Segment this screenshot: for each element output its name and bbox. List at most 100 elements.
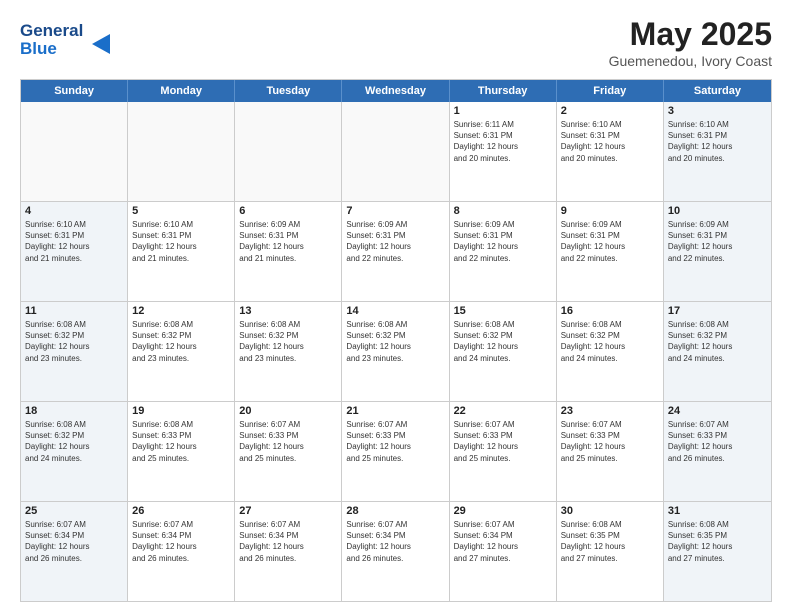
day-info: Sunrise: 6:10 AM Sunset: 6:31 PM Dayligh… [561, 119, 659, 164]
day-number: 26 [132, 505, 230, 517]
day-cell-24: 24Sunrise: 6:07 AM Sunset: 6:33 PM Dayli… [664, 402, 771, 501]
day-info: Sunrise: 6:07 AM Sunset: 6:33 PM Dayligh… [346, 419, 444, 464]
weekday-header-tuesday: Tuesday [235, 80, 342, 102]
day-info: Sunrise: 6:08 AM Sunset: 6:32 PM Dayligh… [454, 319, 552, 364]
day-number: 17 [668, 305, 767, 317]
day-cell-10: 10Sunrise: 6:09 AM Sunset: 6:31 PM Dayli… [664, 202, 771, 301]
weekday-header-saturday: Saturday [664, 80, 771, 102]
svg-text:General: General [20, 21, 83, 40]
day-number: 23 [561, 405, 659, 417]
calendar-row-4: 18Sunrise: 6:08 AM Sunset: 6:32 PM Dayli… [21, 402, 771, 502]
day-cell-22: 22 Sunrise: 6:07 AM Sunset: 6:33 PM Dayli… [450, 402, 557, 501]
day-info: Sunrise: 6:08 AM Sunset: 6:35 PM Dayligh… [668, 519, 767, 564]
weekday-header-monday: Monday [128, 80, 235, 102]
day-number: 10 [668, 205, 767, 217]
day-cell-28: 28Sunrise: 6:07 AM Sunset: 6:34 PM Dayli… [342, 502, 449, 601]
day-info: Sunrise: 6:08 AM Sunset: 6:32 PM Dayligh… [668, 319, 767, 364]
day-number: 13 [239, 305, 337, 317]
day-info: Sunrise: 6:09 AM Sunset: 6:31 PM Dayligh… [561, 219, 659, 264]
day-cell-26: 26 Sunrise: 6:07 AM Sunset: 6:34 PM Dayli… [128, 502, 235, 601]
logo: General Blue [20, 16, 130, 65]
day-info: Sunrise: 6:07 AM Sunset: 6:33 PM Dayligh… [668, 419, 767, 464]
calendar-body: 1 Sunrise: 6:11 AM Sunset: 6:31 PM Daylig… [21, 102, 771, 601]
day-cell-14: 14 Sunrise: 6:08 AM Sunset: 6:32 PM Dayli… [342, 302, 449, 401]
day-number: 14 [346, 305, 444, 317]
day-info: Sunrise: 6:08 AM Sunset: 6:32 PM Dayligh… [132, 319, 230, 364]
day-number: 31 [668, 505, 767, 517]
day-cell-12: 12 Sunrise: 6:08 AM Sunset: 6:32 PM Dayli… [128, 302, 235, 401]
day-info: Sunrise: 6:08 AM Sunset: 6:32 PM Dayligh… [346, 319, 444, 364]
day-info: Sunrise: 6:11 AM Sunset: 6:31 PM Dayligh… [454, 119, 552, 164]
day-number: 21 [346, 405, 444, 417]
day-number: 29 [454, 505, 552, 517]
day-number: 19 [132, 405, 230, 417]
day-cell-1: 1 Sunrise: 6:11 AM Sunset: 6:31 PM Daylig… [450, 102, 557, 201]
weekday-header-wednesday: Wednesday [342, 80, 449, 102]
day-info: Sunrise: 6:08 AM Sunset: 6:35 PM Dayligh… [561, 519, 659, 564]
day-cell-4: 4Sunrise: 6:10 AM Sunset: 6:31 PM Daylig… [21, 202, 128, 301]
day-cell-6: 6 Sunrise: 6:09 AM Sunset: 6:31 PM Daylig… [235, 202, 342, 301]
calendar-row-5: 25 Sunrise: 6:07 AM Sunset: 6:34 PM Dayli… [21, 502, 771, 601]
day-number: 5 [132, 205, 230, 217]
day-number: 2 [561, 105, 659, 117]
day-cell-3: 3 Sunrise: 6:10 AM Sunset: 6:31 PM Daylig… [664, 102, 771, 201]
calendar: SundayMondayTuesdayWednesdayThursdayFrid… [20, 79, 772, 602]
day-cell-31: 31 Sunrise: 6:08 AM Sunset: 6:35 PM Dayli… [664, 502, 771, 601]
day-info: Sunrise: 6:08 AM Sunset: 6:33 PM Dayligh… [132, 419, 230, 464]
subtitle: Guemenedou, Ivory Coast [609, 53, 772, 69]
day-info: Sunrise: 6:07 AM Sunset: 6:34 PM Dayligh… [132, 519, 230, 564]
calendar-row-3: 11Sunrise: 6:08 AM Sunset: 6:32 PM Dayli… [21, 302, 771, 402]
day-cell-19: 19 Sunrise: 6:08 AM Sunset: 6:33 PM Dayli… [128, 402, 235, 501]
day-info: Sunrise: 6:10 AM Sunset: 6:31 PM Dayligh… [668, 119, 767, 164]
day-number: 7 [346, 205, 444, 217]
day-info: Sunrise: 6:07 AM Sunset: 6:34 PM Dayligh… [239, 519, 337, 564]
day-cell-20: 20 Sunrise: 6:07 AM Sunset: 6:33 PM Dayli… [235, 402, 342, 501]
day-cell-15: 15 Sunrise: 6:08 AM Sunset: 6:32 PM Dayli… [450, 302, 557, 401]
day-number: 1 [454, 105, 552, 117]
day-cell-7: 7 Sunrise: 6:09 AM Sunset: 6:31 PM Daylig… [342, 202, 449, 301]
day-number: 25 [25, 505, 123, 517]
day-cell-8: 8Sunrise: 6:09 AM Sunset: 6:31 PM Daylig… [450, 202, 557, 301]
day-info: Sunrise: 6:10 AM Sunset: 6:31 PM Dayligh… [132, 219, 230, 264]
calendar-row-2: 4 Sunrise: 6:10 AM Sunset: 6:31 PM Daylig… [21, 202, 771, 302]
day-cell-9: 9Sunrise: 6:09 AM Sunset: 6:31 PM Daylig… [557, 202, 664, 301]
weekday-header-sunday: Sunday [21, 80, 128, 102]
day-cell-5: 5 Sunrise: 6:10 AM Sunset: 6:31 PM Daylig… [128, 202, 235, 301]
day-cell-27: 27 Sunrise: 6:07 AM Sunset: 6:34 PM Dayli… [235, 502, 342, 601]
day-cell-13: 13Sunrise: 6:08 AM Sunset: 6:32 PM Dayli… [235, 302, 342, 401]
day-info: Sunrise: 6:07 AM Sunset: 6:34 PM Dayligh… [25, 519, 123, 564]
day-number: 12 [132, 305, 230, 317]
svg-text:Blue: Blue [20, 39, 57, 58]
empty-cell [235, 102, 342, 201]
calendar-header: SundayMondayTuesdayWednesdayThursdayFrid… [21, 80, 771, 102]
weekday-header-thursday: Thursday [450, 80, 557, 102]
day-info: Sunrise: 6:09 AM Sunset: 6:31 PM Dayligh… [239, 219, 337, 264]
day-info: Sunrise: 6:07 AM Sunset: 6:33 PM Dayligh… [561, 419, 659, 464]
day-cell-2: 2 Sunrise: 6:10 AM Sunset: 6:31 PM Daylig… [557, 102, 664, 201]
day-info: Sunrise: 6:07 AM Sunset: 6:34 PM Dayligh… [346, 519, 444, 564]
day-cell-17: 17 Sunrise: 6:08 AM Sunset: 6:32 PM Dayli… [664, 302, 771, 401]
empty-cell [21, 102, 128, 201]
day-number: 3 [668, 105, 767, 117]
day-cell-25: 25 Sunrise: 6:07 AM Sunset: 6:34 PM Dayli… [21, 502, 128, 601]
empty-cell [342, 102, 449, 201]
day-number: 15 [454, 305, 552, 317]
page: General Blue May 2025 Guemenedou, Ivory … [0, 0, 792, 612]
weekday-header-friday: Friday [557, 80, 664, 102]
empty-cell [128, 102, 235, 201]
day-cell-16: 16Sunrise: 6:08 AM Sunset: 6:32 PM Dayli… [557, 302, 664, 401]
day-cell-30: 30Sunrise: 6:08 AM Sunset: 6:35 PM Dayli… [557, 502, 664, 601]
day-number: 4 [25, 205, 123, 217]
day-number: 20 [239, 405, 337, 417]
day-info: Sunrise: 6:07 AM Sunset: 6:33 PM Dayligh… [239, 419, 337, 464]
day-number: 18 [25, 405, 123, 417]
day-number: 8 [454, 205, 552, 217]
logo-text: General Blue [20, 16, 130, 65]
day-info: Sunrise: 6:07 AM Sunset: 6:33 PM Dayligh… [454, 419, 552, 464]
header: General Blue May 2025 Guemenedou, Ivory … [20, 16, 772, 69]
day-cell-11: 11Sunrise: 6:08 AM Sunset: 6:32 PM Dayli… [21, 302, 128, 401]
day-info: Sunrise: 6:09 AM Sunset: 6:31 PM Dayligh… [346, 219, 444, 264]
day-number: 27 [239, 505, 337, 517]
day-number: 6 [239, 205, 337, 217]
day-number: 22 [454, 405, 552, 417]
